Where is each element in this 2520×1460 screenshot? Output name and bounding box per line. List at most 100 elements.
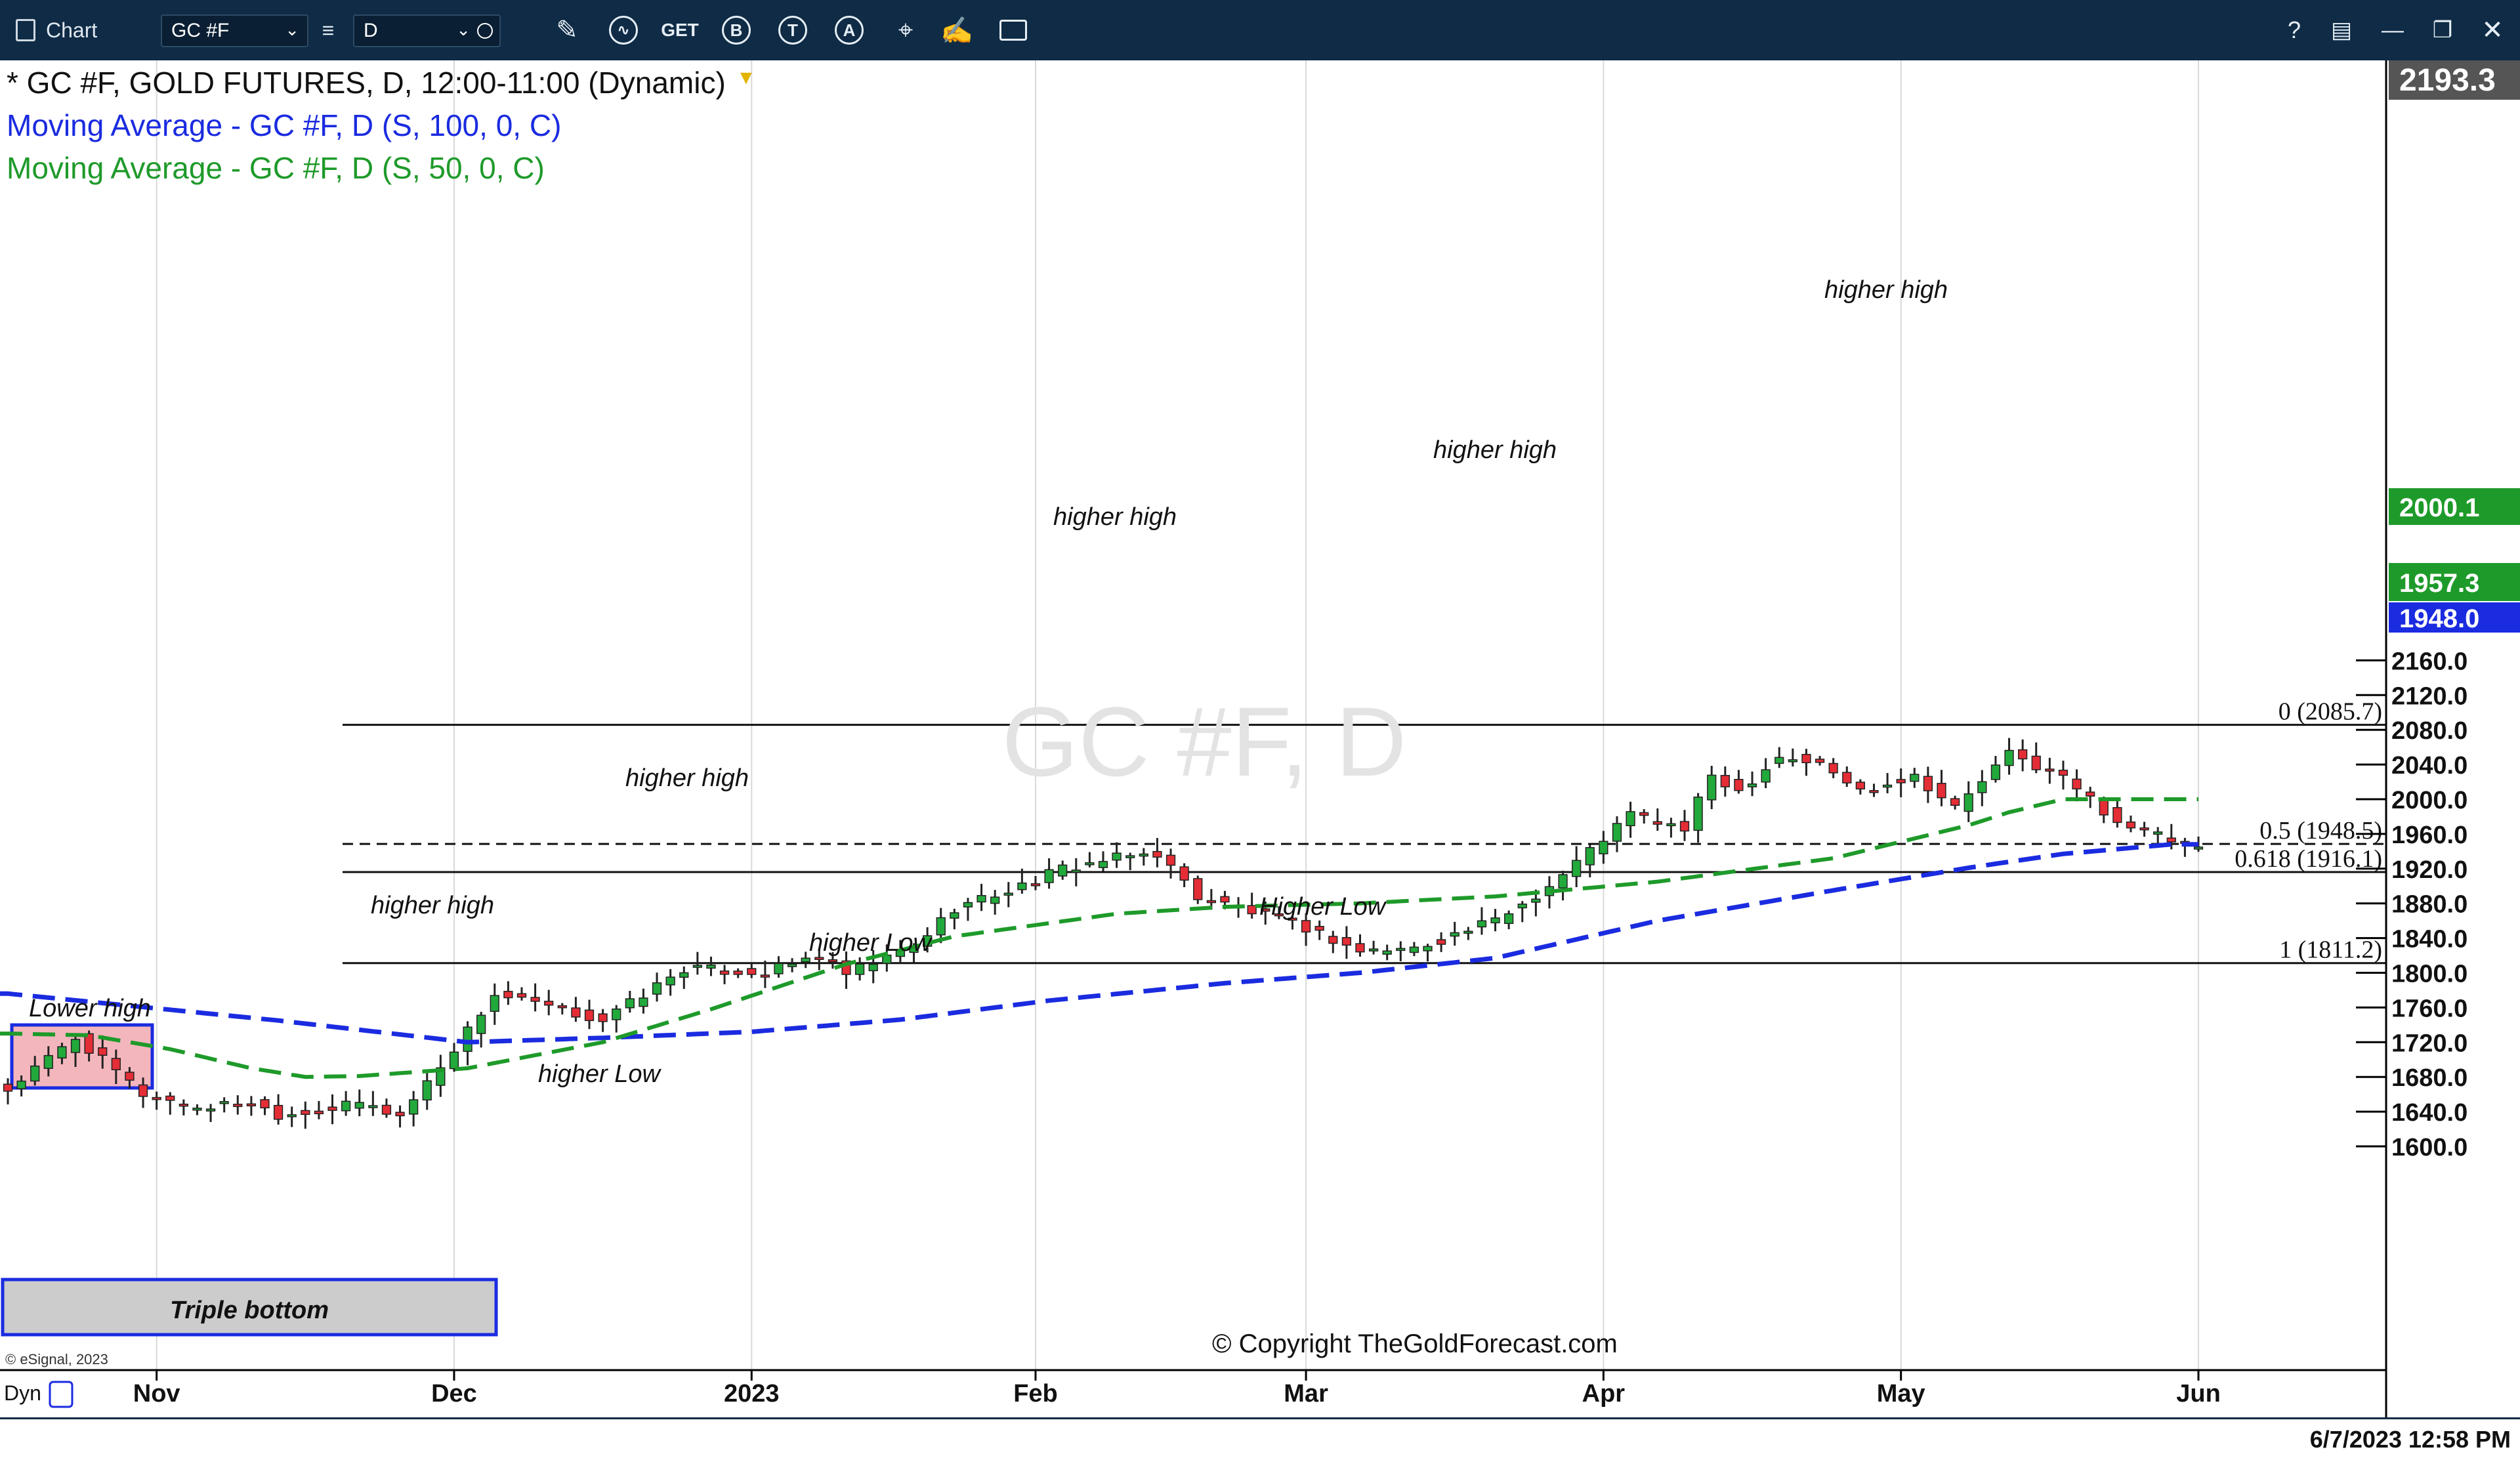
candle-down bbox=[1341, 937, 1352, 946]
toolbar: Chart GC #F ⌄ ≡ D ⌄ ✎ ∿ GET B T A ⌖ ✍ ? … bbox=[0, 0, 2520, 60]
t-button[interactable]: T bbox=[774, 12, 811, 49]
candle-down bbox=[1950, 798, 1960, 806]
layout-icon[interactable]: ▤ bbox=[2323, 12, 2360, 49]
candle-up bbox=[1071, 869, 1081, 873]
candle-down bbox=[111, 1058, 121, 1070]
chart-app-label[interactable]: Chart bbox=[16, 0, 97, 60]
chart-app-icon bbox=[16, 19, 35, 41]
chart-area[interactable]: GC #F, D Lower high Triple bottom higher… bbox=[0, 60, 2520, 1417]
menu-icon[interactable]: ≡ bbox=[310, 12, 346, 49]
legend-title: * GC #F, GOLD FUTURES, D, 12:00-11:00 (D… bbox=[7, 66, 726, 100]
y-tick-label: 2040.0 bbox=[2391, 752, 2468, 780]
help-icon[interactable]: ? bbox=[2276, 12, 2313, 49]
candle-up bbox=[219, 1101, 229, 1104]
candle-down bbox=[1815, 759, 1825, 763]
x-tick-label: Jun bbox=[2176, 1380, 2221, 1408]
edit-note-icon[interactable]: ✍ bbox=[938, 12, 975, 49]
candle-up bbox=[1990, 764, 2001, 780]
candle-up bbox=[1964, 793, 1973, 812]
candle-up bbox=[1707, 774, 1717, 801]
x-tick-label: Dec bbox=[431, 1380, 477, 1408]
candle-down bbox=[2166, 837, 2176, 843]
candle-up bbox=[1139, 853, 1148, 857]
candle-up bbox=[1490, 917, 1500, 924]
candle-down bbox=[2126, 821, 2136, 829]
y-tick-label: 1720.0 bbox=[2391, 1030, 2468, 1057]
candle-up bbox=[1788, 759, 1797, 762]
candle-up bbox=[1517, 904, 1527, 909]
candle-up bbox=[1761, 769, 1771, 783]
restore-icon[interactable]: ❐ bbox=[2424, 12, 2461, 49]
crosshair-icon[interactable]: ⌖ bbox=[887, 12, 924, 49]
candle-down bbox=[1801, 753, 1811, 764]
dyn-label[interactable]: Dyn bbox=[4, 1381, 41, 1405]
annotation-triple-bottom: Triple bottom bbox=[170, 1297, 329, 1324]
candle-down bbox=[273, 1104, 284, 1120]
candle-up bbox=[1747, 783, 1757, 787]
study-icon[interactable]: ∿ bbox=[605, 12, 642, 49]
candle-down bbox=[125, 1072, 135, 1081]
candle-down bbox=[814, 957, 824, 960]
y-tick-label: 2160.0 bbox=[2391, 648, 2468, 675]
candle-up bbox=[354, 1102, 364, 1109]
ma50-price-tag: 2000.1 bbox=[2399, 493, 2479, 522]
b-button[interactable]: B bbox=[718, 12, 755, 49]
candle-down bbox=[544, 1001, 554, 1006]
candle-down bbox=[1301, 920, 1311, 933]
candle-up bbox=[787, 963, 797, 967]
candle-down bbox=[1206, 900, 1216, 904]
y-tick-label: 1640.0 bbox=[2391, 1099, 2468, 1127]
a-button[interactable]: A bbox=[831, 12, 868, 49]
candle-up bbox=[409, 1099, 419, 1115]
candle-up bbox=[476, 1014, 486, 1034]
y-tick-label: 2000.0 bbox=[2391, 787, 2468, 814]
lock-icon[interactable] bbox=[49, 1381, 74, 1408]
candle-down bbox=[2072, 778, 2082, 790]
candle-up bbox=[1910, 774, 1920, 782]
fib-label: 0.5 (1948.5) bbox=[2259, 817, 2382, 845]
minimize-icon[interactable]: — bbox=[2374, 12, 2411, 49]
candle-up bbox=[341, 1100, 351, 1112]
candle-down bbox=[152, 1096, 161, 1100]
candle-up bbox=[1382, 950, 1392, 955]
draw-pencil-icon[interactable]: ✎ bbox=[549, 12, 585, 49]
annotation-higher-low-2: higher Low bbox=[809, 929, 933, 957]
symbol-select[interactable]: GC #F ⌄ bbox=[161, 14, 308, 47]
candle-down bbox=[2031, 755, 2041, 770]
y-tick-label: 2080.0 bbox=[2391, 717, 2468, 745]
candle-up bbox=[1558, 874, 1568, 888]
candle-up bbox=[1882, 784, 1893, 788]
candle-up bbox=[1774, 757, 1784, 764]
candle-down bbox=[719, 970, 730, 975]
candle-up bbox=[950, 912, 959, 919]
last-price-tag: 1957.3 bbox=[2399, 569, 2479, 598]
annotation-higher-low-1: higher Low bbox=[538, 1060, 662, 1088]
candle-down bbox=[3, 1083, 13, 1092]
chevron-down-icon: ⌄ bbox=[285, 20, 299, 39]
get-button[interactable]: GET bbox=[661, 12, 699, 49]
candle-down bbox=[584, 1009, 595, 1022]
interval-select[interactable]: D ⌄ bbox=[353, 14, 501, 47]
annotation-higher-high-2: higher high bbox=[625, 764, 749, 792]
candle-down bbox=[1355, 943, 1365, 953]
candle-up bbox=[665, 976, 675, 986]
candle-down bbox=[2112, 806, 2122, 824]
candle-up bbox=[30, 1065, 40, 1082]
candle-up bbox=[1058, 864, 1068, 877]
status-datetime: 6/7/2023 12:58 PM bbox=[2309, 1426, 2511, 1453]
candle-up bbox=[801, 957, 810, 963]
candle-up bbox=[16, 1080, 26, 1089]
y-tick-label: 1760.0 bbox=[2391, 995, 2468, 1022]
candle-up bbox=[692, 965, 702, 968]
candle-up bbox=[2153, 831, 2163, 835]
candle-down bbox=[1720, 774, 1730, 787]
candle-down bbox=[1166, 854, 1176, 866]
candle-down bbox=[246, 1103, 257, 1107]
comment-icon[interactable] bbox=[995, 12, 1032, 49]
annotation-higher-high-1: higher high bbox=[371, 892, 494, 919]
annotation-lower-high: Lower high bbox=[29, 995, 151, 1022]
close-icon[interactable]: ✕ bbox=[2474, 12, 2511, 49]
candle-down bbox=[178, 1103, 189, 1107]
candle-down bbox=[1152, 850, 1162, 858]
fib-label: 1 (1811.2) bbox=[2279, 936, 2382, 964]
